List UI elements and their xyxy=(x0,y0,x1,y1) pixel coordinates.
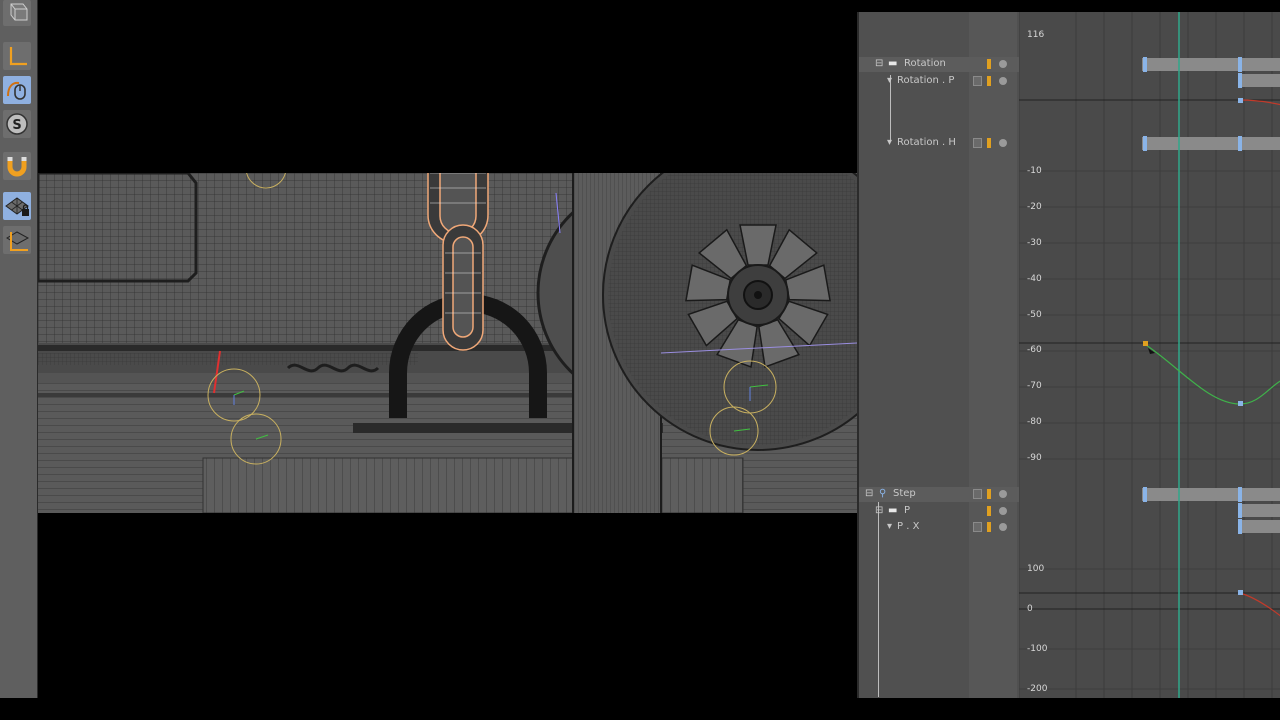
track-row-rotation[interactable]: ⊟ ▬ Rotation xyxy=(859,57,1019,72)
track-row-rotation-p[interactable]: ▾ Rotation . P xyxy=(859,74,1019,89)
solo-dot-icon[interactable] xyxy=(999,490,1007,498)
track-row-rotation-h[interactable]: ▾ Rotation . H xyxy=(859,136,1019,151)
track-row-p[interactable]: ⊟ ▬ P xyxy=(859,504,1019,519)
y-axis-label: 100 xyxy=(1027,564,1045,574)
layer-icon[interactable] xyxy=(987,522,991,532)
track-row-p-x[interactable]: ▾ P . X xyxy=(859,520,1019,535)
layer-icon[interactable] xyxy=(987,489,991,499)
axis-tool-button[interactable] xyxy=(3,42,31,70)
cube-tool-button[interactable] xyxy=(3,0,31,26)
track-label: P xyxy=(904,505,911,516)
mouse-tool-button[interactable] xyxy=(3,76,31,104)
lock-grid-tool-button[interactable] xyxy=(3,192,31,220)
expander-icon[interactable]: ⊟ xyxy=(875,505,883,516)
fcurve-toggle-icon[interactable] xyxy=(973,76,982,86)
track-row-step[interactable]: ⊟ ⚲ Step xyxy=(859,487,1019,502)
layer-icon[interactable] xyxy=(987,506,991,516)
solo-dot-icon[interactable] xyxy=(999,507,1007,515)
y-axis-label: -30 xyxy=(1027,238,1042,248)
3d-viewport[interactable] xyxy=(38,173,857,513)
solo-dot-icon[interactable] xyxy=(999,77,1007,85)
y-axis-label: -200 xyxy=(1027,684,1048,694)
fcurve-toggle-icon[interactable] xyxy=(973,522,982,532)
track-icon: ▾ xyxy=(887,75,893,86)
fcurve-toggle-icon[interactable] xyxy=(973,138,982,148)
magnet-tool-button[interactable] xyxy=(3,152,31,180)
folder-icon: ▬ xyxy=(888,58,898,69)
wireframe-scene xyxy=(38,173,857,513)
fcurve-canvas xyxy=(1019,12,1280,698)
y-axis-label: -50 xyxy=(1027,310,1042,320)
y-axis-label: 0 xyxy=(1027,604,1033,614)
fcurve-toggle-icon[interactable] xyxy=(973,489,982,499)
solo-dot-icon[interactable] xyxy=(999,60,1007,68)
fcurve-graph[interactable]: 116 -10 -20 -30 -40 -50 -60 -70 -80 -90 … xyxy=(1019,12,1280,698)
y-axis-label: -100 xyxy=(1027,644,1048,654)
tool-palette: S xyxy=(0,0,38,698)
layer-icon[interactable] xyxy=(987,76,991,86)
y-axis-label: 116 xyxy=(1027,30,1045,40)
track-icon: ▾ xyxy=(887,137,893,148)
y-axis-label: -70 xyxy=(1027,381,1042,391)
track-label: Rotation . H xyxy=(897,137,956,148)
snap-s-tool-button[interactable]: S xyxy=(3,110,31,138)
solo-dot-icon[interactable] xyxy=(999,139,1007,147)
svg-text:S: S xyxy=(12,118,21,133)
track-label: P . X xyxy=(897,521,920,532)
folder-icon: ▬ xyxy=(888,505,898,516)
y-axis-label: -40 xyxy=(1027,274,1042,284)
timeline-panel: ⊟ ▬ Rotation ▾ Rotation . P ▾ Rotation .… xyxy=(857,12,1280,698)
wrench-icon: ⚲ xyxy=(879,488,887,499)
track-label: Step xyxy=(893,488,916,499)
y-axis-label: -60 xyxy=(1027,345,1042,355)
track-control-column xyxy=(969,12,1017,698)
track-label: Rotation xyxy=(904,58,946,69)
layer-icon[interactable] xyxy=(987,59,991,69)
y-axis-label: -10 xyxy=(1027,166,1042,176)
expander-icon[interactable]: ⊟ xyxy=(875,58,883,69)
y-axis-label: -20 xyxy=(1027,202,1042,212)
solo-dot-icon[interactable] xyxy=(999,523,1007,531)
y-axis-label: -80 xyxy=(1027,417,1042,427)
track-label: Rotation . P xyxy=(897,75,955,86)
workplane-tool-button[interactable] xyxy=(3,226,31,254)
track-icon: ▾ xyxy=(887,521,893,532)
track-tree: ⊟ ▬ Rotation ▾ Rotation . P ▾ Rotation .… xyxy=(859,12,1019,698)
layer-icon[interactable] xyxy=(987,138,991,148)
y-axis-label: -90 xyxy=(1027,453,1042,463)
expander-icon[interactable]: ⊟ xyxy=(865,488,873,499)
